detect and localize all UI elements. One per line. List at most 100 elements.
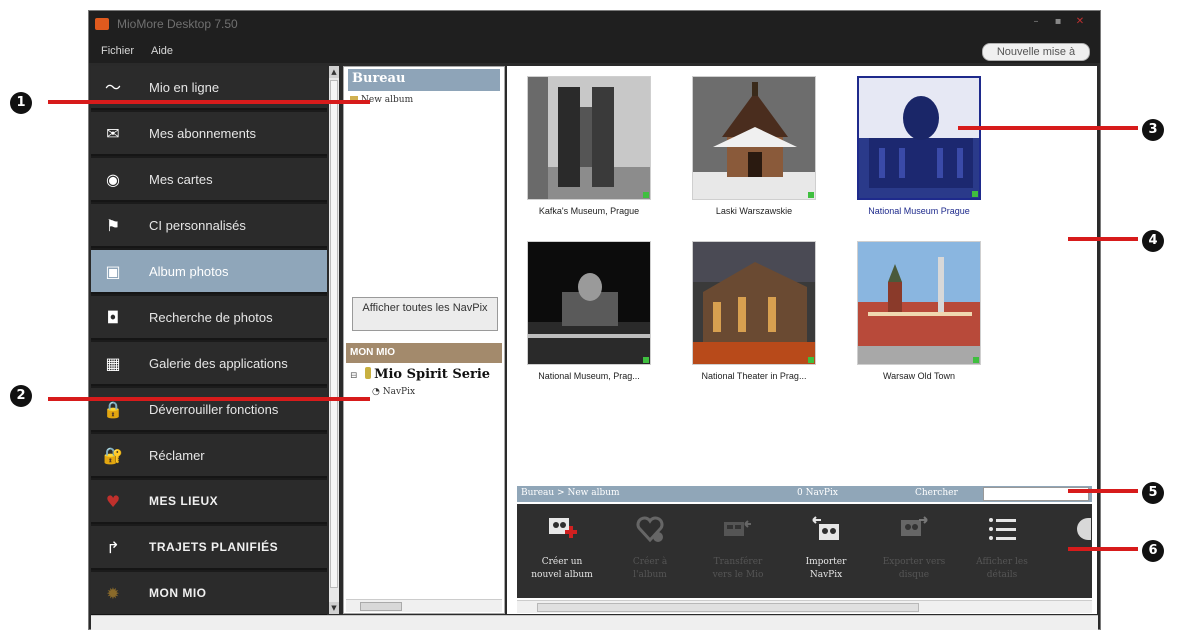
synced-indicator-icon [973,357,979,363]
toolbar-button-5[interactable]: Afficher les détails [967,504,1037,598]
navpix-label: NavPix [382,387,416,397]
folder-panel-hscrollbar[interactable] [346,599,502,612]
scroll-down-arrow-icon[interactable]: ▼ [329,602,339,614]
list-details-icon [989,518,1016,540]
toolbar-button-0[interactable]: Créer un nouvel album [527,504,597,598]
callout-line [958,126,1138,130]
app-logo-icon [95,18,109,30]
photos-icon: ▣ [105,262,121,281]
photo-caption: Laski Warszawskie [715,206,793,216]
maximize-icon[interactable]: ▪ [1051,16,1065,28]
grid-icon: ▦ [105,354,121,373]
photo-caption: Kafka's Museum, Prague [538,206,640,216]
sidebar-scrollbar[interactable]: ▲ ▼ [329,66,339,614]
route-icon: ↱ [106,538,120,557]
export-icon [901,516,928,536]
toolbar-button-label: Créer un nouvel album [531,557,593,580]
sidebar-item-label: Mes cartes [149,172,213,187]
sidebar-item-label: TRAJETS PLANIFIÉS [149,540,279,554]
sidebar-item-4[interactable]: ▣ Album photos [91,250,327,294]
photo-thumbnail[interactable] [527,76,651,200]
search-label: Chercher [915,488,958,498]
callout-line [1068,489,1138,493]
wave-icon: 〜 [104,78,121,97]
photo-image [693,77,815,199]
sidebar-item-label: Réclamer [149,448,205,463]
album-status-bar: Bureau > New album 0 NavPix Chercher [517,486,1092,502]
photo-thumbnail[interactable] [692,76,816,200]
sidebar-item-label: MON MIO [149,586,207,600]
device-name: Mio Spirit Serie [374,367,491,382]
photo-image [859,78,979,198]
update-button[interactable]: Nouvelle mise à [982,43,1090,61]
synced-indicator-icon [972,191,978,197]
photo-image [858,242,980,364]
sidebar-item-label: Album photos [149,264,229,279]
photo-thumbnail[interactable] [692,241,816,365]
toolbar-button-label: Afficher les détails [976,557,1028,580]
sidebar-item-3[interactable]: ⚑ CI personnalisés [91,204,327,248]
photo-thumbnail[interactable] [857,241,981,365]
menu-aide[interactable]: Aide [151,45,173,57]
bureau-header: Bureau [348,69,500,91]
show-all-navpix-button[interactable]: Afficher toutes les NavPix [352,297,498,331]
sidebar-item-2[interactable]: ◉ Mes cartes [91,158,327,202]
breadcrumb: Bureau > New album [521,488,620,498]
callout-line [1068,547,1138,551]
photo-area-hscrollbar[interactable] [517,600,1092,613]
claim-lock-icon: 🔐 [103,446,123,465]
sidebar-item-label: Mio en ligne [149,80,220,95]
toolbar-button-3[interactable]: Importer NavPix [791,504,861,598]
album-toolbar: Créer un nouvel album Créer à l'album Tran… [517,504,1092,598]
collapse-icon[interactable]: ⊟ [350,371,358,381]
toolbar-button-label: Exporter vers disque [882,557,946,580]
sidebar-item-10[interactable]: ↱ TRAJETS PLANIFIÉS [91,526,327,570]
sidebar-item-9[interactable]: ♥ MES LIEUX [91,480,327,524]
callout-number: 4 [1142,230,1164,252]
sidebar-item-label: Galerie des applications [149,356,288,371]
sidebar-item-11[interactable]: ✹ MON MIO [91,572,327,616]
synced-indicator-icon [643,357,649,363]
sidebar-item-label: MES LIEUX [149,494,219,508]
callout-number: 1 [10,92,32,114]
close-icon[interactable]: ✕ [1073,16,1087,28]
toolbar-button-4[interactable]: Exporter vers disque [879,504,949,598]
scroll-thumb[interactable] [330,80,338,588]
photo-image [528,77,650,199]
device-tree-item[interactable]: ⊟ Mio Spirit Serie [350,367,500,382]
favorite-album-icon [636,516,664,543]
bureau-title: Bureau [352,71,406,86]
sidebar-item-5[interactable]: ◘ Recherche de photos [91,296,327,340]
photo-area: Kafka's Museum, Prague Laski Warszawskie N… [507,66,1097,614]
sidebar-item-7[interactable]: 🔒 Déverrouiller fonctions [91,388,327,432]
photo-thumbnail[interactable] [857,76,981,200]
app-status-bar [91,615,1098,630]
photo-caption: Warsaw Old Town [882,371,956,381]
menu-fichier[interactable]: Fichier [101,45,134,57]
mon-mio-header: MON MIO [346,343,502,363]
synced-indicator-icon [643,192,649,198]
callout-line [48,397,370,401]
sidebar-item-6[interactable]: ▦ Galerie des applications [91,342,327,386]
transfer-to-device-icon [724,520,751,536]
toolbar-button-1[interactable]: Créer à l'album [615,504,685,598]
toolbar-overflow-icon[interactable] [1077,518,1091,540]
photo-thumbnail[interactable] [527,241,651,365]
callout-number: 5 [1142,482,1164,504]
create-album-icon [549,518,577,538]
callout-number: 2 [10,385,32,407]
title-bar: MioMore Desktop 7.50 – ▪ ✕ [89,11,1100,39]
minimize-icon[interactable]: – [1029,16,1043,28]
scroll-up-arrow-icon[interactable]: ▲ [329,66,339,78]
envelope-icon: ✉ [106,124,120,143]
lock-icon: 🔒 [103,400,123,419]
photo-caption: National Museum, Prag... [538,371,640,381]
toolbar-button-2[interactable]: Transférer vers le Mio [703,504,773,598]
toolbar-button-label: Créer à l'album [632,557,668,580]
navpix-tree-item[interactable]: ◔ NavPix [372,387,415,397]
menu-bar: Fichier Aide Nouvelle mise à [89,39,1100,63]
synced-indicator-icon [808,357,814,363]
sidebar-item-8[interactable]: 🔐 Réclamer [91,434,327,478]
sidebar-item-1[interactable]: ✉ Mes abonnements [91,112,327,156]
device-icon [365,367,372,379]
